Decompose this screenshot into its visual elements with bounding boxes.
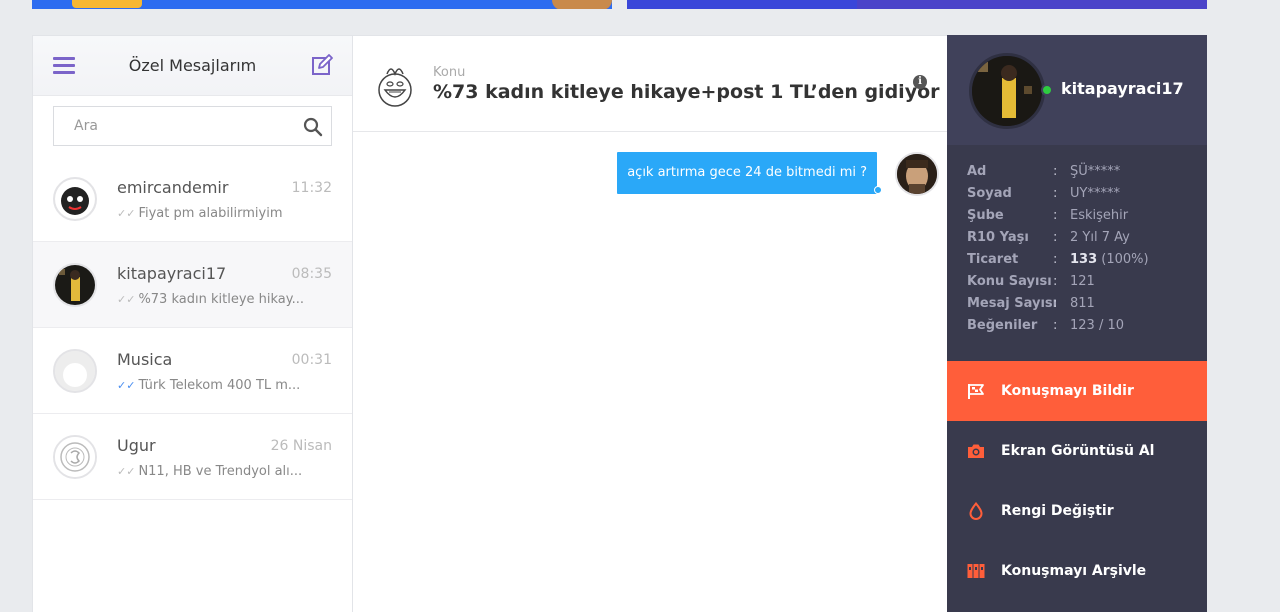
search-icon[interactable] xyxy=(303,117,323,137)
conversation-time: 00:31 xyxy=(291,352,332,368)
conversation-name: Ugur xyxy=(117,436,156,455)
info-separator: : xyxy=(1053,318,1058,333)
conversation-preview: ✓✓ %73 kadın kitleye hikay... xyxy=(117,292,304,307)
info-separator: : xyxy=(1053,296,1058,311)
conversation-preview: ✓✓ Fiyat pm alabilirmiyim xyxy=(117,206,283,221)
topic-emoji-icon xyxy=(378,68,412,107)
profile-info-row: Ad: ŞÜ***** xyxy=(967,164,1187,186)
profile-info-row: Şube: Eskişehir xyxy=(967,208,1187,230)
archive-icon xyxy=(967,564,985,578)
conversation-item[interactable]: Musica 00:31 ✓✓ Türk Telekom 400 TL m... xyxy=(33,328,352,414)
profile-info-row: Soyad: UY***** xyxy=(967,186,1187,208)
info-separator: : xyxy=(1053,208,1058,223)
info-separator: : xyxy=(1053,186,1058,201)
message-bubble: açık artırma gece 24 de bitmedi mi ? xyxy=(617,152,882,194)
profile-info-row: Mesaj Sayısı:811 xyxy=(967,296,1187,318)
conversation-item[interactable]: emircandemir 11:32 ✓✓ Fiyat pm alabilirmi… xyxy=(33,156,352,242)
info-key: Şube xyxy=(967,208,1004,223)
info-icon[interactable]: i xyxy=(913,75,927,89)
info-key: Ticaret xyxy=(967,252,1019,267)
info-value: 2 Yıl 7 Ay xyxy=(1070,230,1130,245)
panel-title: Özel Mesajlarım xyxy=(128,56,257,75)
info-separator: : xyxy=(1053,252,1058,267)
topic-label: Konu xyxy=(433,65,466,80)
conversation-item[interactable]: Ugur 26 Nisan ✓✓ N11, HB ve Trendyol alı.… xyxy=(33,414,352,500)
info-separator: : xyxy=(1053,230,1058,245)
profile-info-row: Konu Sayısı:121 xyxy=(967,274,1187,296)
info-key: Ad xyxy=(967,164,987,179)
avatar xyxy=(53,435,97,479)
action-label: Ekran Görüntüsü Al xyxy=(1001,443,1155,459)
info-value: Eskişehir xyxy=(1070,208,1129,223)
action-label: Rengi Değiştir xyxy=(1001,503,1114,519)
profile-info-row: Beğeniler:123 / 10 xyxy=(967,318,1187,340)
profile-username[interactable]: kitapayraci17 xyxy=(1061,79,1184,98)
conversation-time: 08:35 xyxy=(291,266,332,282)
info-value: 133 (100%) xyxy=(1070,252,1149,267)
conversation-time: 26 Nisan xyxy=(270,438,332,454)
action-label: Konuşmayı Bildir xyxy=(1001,383,1134,399)
profile-sidebar: kitapayraci17 Ad: ŞÜ***** Soyad: UY***** Ş… xyxy=(947,35,1207,612)
conversation-name: emircandemir xyxy=(117,178,229,197)
conversation-actions: Konuşmayı Bildir Ekran Görüntüsü Al Reng… xyxy=(947,361,1207,601)
avatar xyxy=(895,152,939,196)
report-conversation-button[interactable]: Konuşmayı Bildir xyxy=(947,361,1207,421)
avatar xyxy=(53,349,97,393)
online-status-indicator xyxy=(1041,84,1053,96)
top-banner-left[interactable] xyxy=(32,0,612,9)
topic-title: %73 kadın kitleye hikaye+post 1 TL’den g… xyxy=(433,81,940,103)
conversation-item-active[interactable]: kitapayraci17 08:35 ✓✓ %73 kadın kitleye … xyxy=(33,242,352,328)
action-label: Konuşmayı Arşivle xyxy=(1001,563,1147,579)
profile-info-table: Ad: ŞÜ***** Soyad: UY***** Şube: Eskişehir … xyxy=(967,164,1187,340)
archive-conversation-button[interactable]: Konuşmayı Arşivle xyxy=(947,541,1207,601)
search-box xyxy=(53,106,332,146)
conversation-header: Konu %73 kadın kitleye hikaye+post 1 TL’… xyxy=(353,36,947,132)
info-separator: : xyxy=(1053,164,1058,179)
conversation-name: kitapayraci17 xyxy=(117,264,227,283)
banner-graphic xyxy=(72,0,142,8)
trade-count: 133 xyxy=(1070,252,1098,267)
change-color-button[interactable]: Rengi Değiştir xyxy=(947,481,1207,541)
profile-header: kitapayraci17 xyxy=(947,35,1207,145)
conversation-panel: Konu %73 kadın kitleye hikaye+post 1 TL’… xyxy=(353,35,947,612)
top-banner-right[interactable] xyxy=(627,0,1207,9)
message-list-panel: Özel Mesajlarım emircandemir 11:32 ✓✓Fiy… xyxy=(32,35,353,612)
info-value: 123 / 10 xyxy=(1070,318,1124,333)
info-key: Mesaj Sayısı xyxy=(967,296,1058,311)
avatar xyxy=(53,263,97,307)
banner-graphic xyxy=(552,0,612,9)
conversation-preview: ✓✓ Türk Telekom 400 TL m... xyxy=(117,378,301,393)
profile-info-row: R10 Yaşı:2 Yıl 7 Ay xyxy=(967,230,1187,252)
info-key: Soyad xyxy=(967,186,1012,201)
search-input[interactable] xyxy=(54,107,284,145)
banner-graphic xyxy=(857,0,1207,9)
info-value: 121 xyxy=(1070,274,1095,289)
message-list-header: Özel Mesajlarım xyxy=(33,36,352,96)
compose-icon[interactable] xyxy=(311,54,333,76)
drop-icon xyxy=(969,502,983,520)
screenshot-button[interactable]: Ekran Görüntüsü Al xyxy=(947,421,1207,481)
flag-icon xyxy=(968,384,984,399)
info-key: Konu Sayısı xyxy=(967,274,1052,289)
double-check-icon: ✓✓ xyxy=(117,379,136,392)
trade-percent: (100%) xyxy=(1097,252,1149,267)
double-check-icon: ✓✓ xyxy=(117,293,136,306)
info-value: ŞÜ***** xyxy=(1070,164,1121,179)
avatar xyxy=(53,177,97,221)
camera-icon xyxy=(968,444,984,458)
info-value: UY***** xyxy=(1070,186,1120,201)
profile-avatar[interactable] xyxy=(969,53,1045,129)
info-key: R10 Yaşı xyxy=(967,230,1029,245)
conversation-name: Musica xyxy=(117,350,173,369)
conversation-preview: ✓✓ N11, HB ve Trendyol alı... xyxy=(117,464,303,479)
info-key: Beğeniler xyxy=(967,318,1038,333)
info-separator: : xyxy=(1053,274,1058,289)
double-check-icon: ✓✓ xyxy=(117,465,136,478)
conversation-time: 11:32 xyxy=(291,180,332,196)
profile-info-row: Ticaret:133 (100%) xyxy=(967,252,1187,274)
double-check-icon: ✓✓ xyxy=(117,207,136,220)
info-value: 811 xyxy=(1070,296,1095,311)
conversation-list: emircandemir 11:32 ✓✓ Fiyat pm alabilirmi… xyxy=(33,156,352,500)
